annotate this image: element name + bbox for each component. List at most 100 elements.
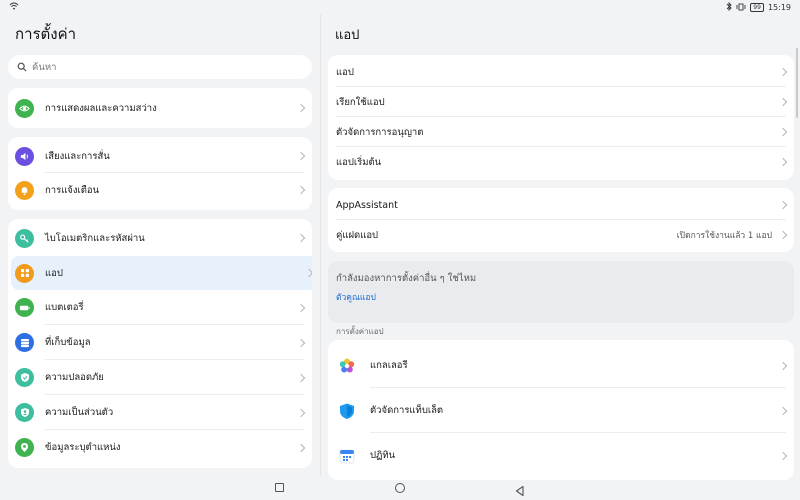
- item-value: เปิดการใช้งานแล้ว 1 แอป: [676, 231, 772, 241]
- chevron-right-icon: [778, 406, 788, 415]
- storage-icon: [15, 333, 34, 352]
- section-label: การตั้งค่าแอป: [336, 327, 384, 336]
- search-icon: [17, 62, 27, 72]
- chevron-right-icon: [778, 451, 788, 460]
- status-bar: 99 15:19: [0, 0, 800, 14]
- suggestion-link[interactable]: ตัวคูณแอป: [336, 290, 376, 304]
- sidebar-item-label: ที่เก็บข้อมูล: [45, 337, 91, 348]
- chevron-right-icon: [778, 200, 788, 210]
- system-nav-bar: [0, 476, 800, 500]
- chevron-right-icon: [778, 361, 788, 370]
- vibrate-icon: [736, 3, 746, 13]
- chevron-right-icon: [778, 97, 788, 107]
- wifi-icon: [9, 2, 19, 12]
- sidebar-item-display[interactable]: การแสดงผลและความสว่าง: [8, 91, 312, 125]
- tablet-manager-shield-icon: [338, 402, 356, 420]
- chevron-right-icon: [304, 268, 312, 278]
- calendar-icon: [338, 447, 356, 465]
- sidebar-item-apps[interactable]: แอป: [11, 256, 312, 290]
- sidebar-item-location[interactable]: ข้อมูลระบุตำแหน่ง: [8, 430, 312, 465]
- item-label: ตัวจัดการแท็บเล็ต: [370, 405, 444, 416]
- settings-group-sound: เสียงและการสั่น การแจ้งเตือน: [8, 137, 312, 210]
- item-default-apps[interactable]: แอปเริ่มต้น: [328, 147, 794, 177]
- sidebar-item-notifications[interactable]: การแจ้งเตือน: [8, 173, 312, 207]
- apps-detail-pane: แอป แอป เรียกใช้แอป ตัวจัดการการอนุญาต แ…: [320, 14, 800, 480]
- key-icon: [15, 228, 34, 248]
- chevron-right-icon: [296, 151, 306, 161]
- search-placeholder: ค้นหา: [32, 61, 57, 73]
- sidebar-item-label: แอป: [45, 267, 63, 279]
- sidebar-item-label: ไบโอเมตริกและรหัสผ่าน: [45, 232, 145, 244]
- detail-title: แอป: [335, 28, 360, 43]
- chevron-right-icon: [778, 67, 788, 77]
- sidebar-item-battery[interactable]: แบตเตอรี่: [8, 290, 312, 325]
- chevron-right-icon: [296, 338, 306, 347]
- sidebar-item-label: เสียงและการสั่น: [45, 150, 110, 162]
- item-calendar[interactable]: ปฏิทิน: [328, 433, 794, 478]
- back-button[interactable]: [514, 482, 526, 497]
- sidebar-item-storage[interactable]: ที่เก็บข้อมูล: [8, 325, 312, 360]
- chevron-right-icon: [296, 443, 306, 452]
- search-input[interactable]: ค้นหา: [8, 55, 312, 79]
- chevron-right-icon: [778, 230, 788, 240]
- item-permission-manager[interactable]: ตัวจัดการการอนุญาต: [328, 117, 794, 147]
- item-label: คู่แฝดแอป: [336, 229, 379, 241]
- sidebar-item-biometrics[interactable]: ไบโอเมตริกและรหัสผ่าน: [8, 221, 312, 255]
- item-label: AppAssistant: [336, 199, 398, 211]
- apps-group-assistant: AppAssistant คู่แฝดแอป เปิดการใช้งานแล้ว…: [328, 188, 794, 252]
- sidebar-item-label: ความปลอดภัย: [45, 372, 104, 383]
- item-label: เรียกใช้แอป: [336, 96, 385, 108]
- apps-group-main: แอป เรียกใช้แอป ตัวจัดการการอนุญาต แอปเร…: [328, 55, 794, 180]
- chevron-right-icon: [296, 303, 306, 312]
- volume-icon: [15, 146, 34, 166]
- item-app-assistant[interactable]: AppAssistant: [328, 190, 794, 220]
- settings-group-display: การแสดงผลและความสว่าง: [8, 88, 312, 128]
- apps-grid-icon: [15, 263, 34, 283]
- settings-nav-pane: การตั้งค่า ค้นหา การแสดงผลและความสว่าง เ…: [0, 14, 320, 476]
- battery-icon: [15, 298, 34, 317]
- sidebar-item-privacy[interactable]: ความเป็นส่วนตัว: [8, 395, 312, 430]
- chevron-right-icon: [296, 233, 306, 243]
- battery-level: 99: [750, 3, 764, 12]
- home-button[interactable]: [395, 483, 405, 493]
- shield-check-icon: [15, 368, 34, 387]
- item-label: แอป: [336, 66, 354, 78]
- eye-icon: [15, 98, 34, 118]
- item-gallery[interactable]: แกลเลอรี: [328, 343, 794, 388]
- settings-group-system: ไบโอเมตริกและรหัสผ่าน แอป แบตเตอรี่ ที่เ…: [8, 219, 312, 468]
- chevron-right-icon: [778, 157, 788, 167]
- item-apps[interactable]: แอป: [328, 57, 794, 87]
- item-label: ปฏิทิน: [370, 450, 396, 461]
- item-app-twin[interactable]: คู่แฝดแอป เปิดการใช้งานแล้ว 1 แอป: [328, 220, 794, 250]
- chevron-right-icon: [296, 103, 306, 113]
- status-right: 99 15:19: [726, 1, 791, 13]
- sidebar-item-security[interactable]: ความปลอดภัย: [8, 360, 312, 395]
- item-tablet-manager[interactable]: ตัวจัดการแท็บเล็ต: [328, 388, 794, 433]
- gallery-flower-icon: [338, 357, 356, 375]
- sidebar-item-label: การแจ้งเตือน: [45, 184, 100, 196]
- sidebar-item-label: การแสดงผลและความสว่าง: [45, 102, 157, 114]
- sidebar-item-label: แบตเตอรี่: [45, 302, 84, 313]
- chevron-right-icon: [778, 127, 788, 137]
- bell-icon: [15, 180, 34, 200]
- item-label: ตัวจัดการการอนุญาต: [336, 126, 424, 138]
- sidebar-item-sound[interactable]: เสียงและการสั่น: [8, 139, 312, 173]
- item-label: แกลเลอรี: [370, 360, 408, 371]
- app-settings-list: แกลเลอรี ตัวจัดการแท็บเล็ต ปฏิทิน: [328, 340, 794, 480]
- chevron-right-icon: [296, 185, 306, 195]
- privacy-icon: [15, 403, 34, 422]
- page-title: การตั้งค่า: [15, 25, 77, 43]
- bluetooth-icon: [726, 1, 732, 13]
- recents-button[interactable]: [275, 483, 284, 492]
- chevron-right-icon: [296, 373, 306, 382]
- sidebar-item-label: ข้อมูลระบุตำแหน่ง: [45, 442, 121, 453]
- clock: 15:19: [767, 3, 791, 12]
- chevron-right-icon: [296, 408, 306, 417]
- item-launch-apps[interactable]: เรียกใช้แอป: [328, 87, 794, 117]
- sidebar-item-label: ความเป็นส่วนตัว: [45, 407, 114, 418]
- suggestion-question: กำลังมองหาการตั้งค่าอื่น ๆ ใช่ไหม: [336, 273, 477, 284]
- item-label: แอปเริ่มต้น: [336, 156, 382, 168]
- location-pin-icon: [15, 438, 34, 457]
- scrollbar[interactable]: [796, 48, 798, 118]
- suggestion-card: กำลังมองหาการตั้งค่าอื่น ๆ ใช่ไหม ตัวคูณ…: [328, 261, 794, 323]
